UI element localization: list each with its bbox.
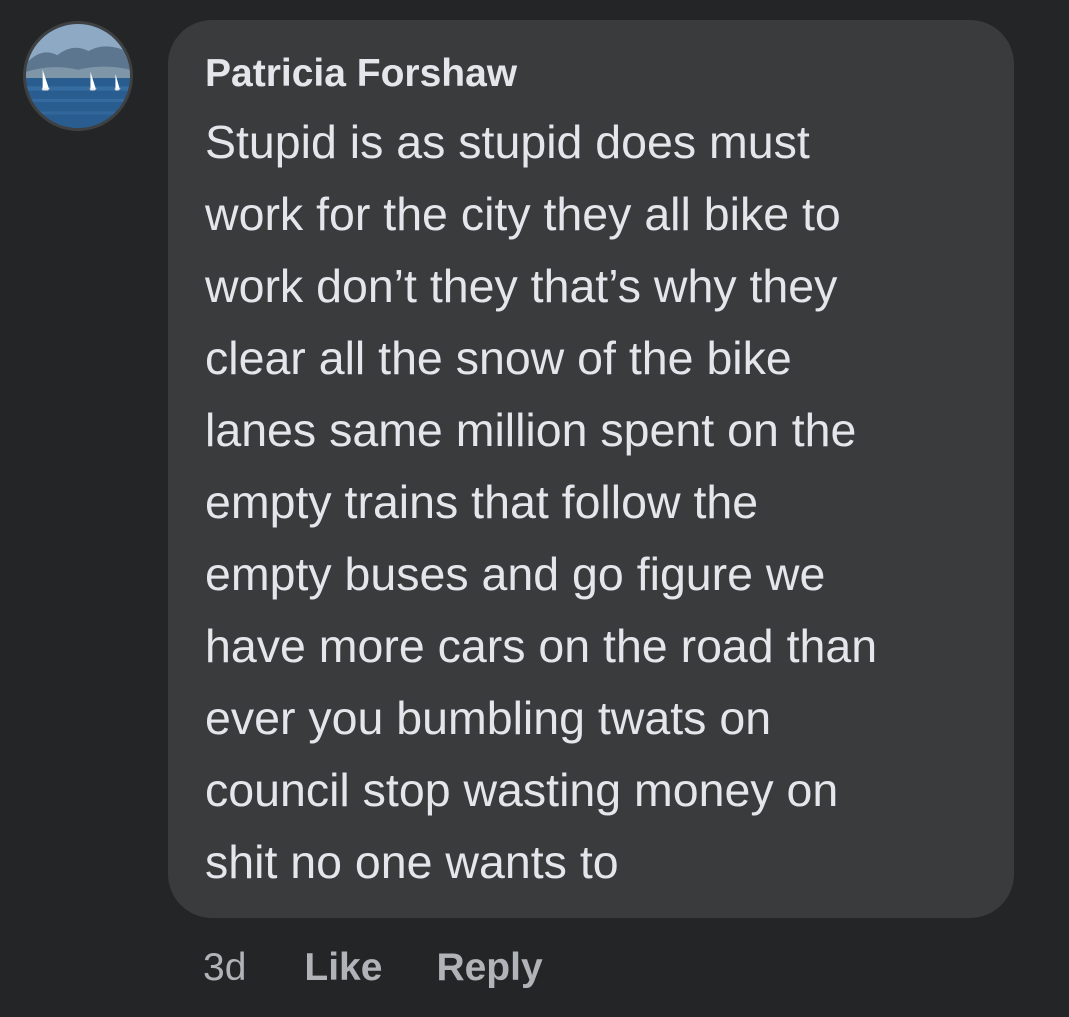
comment-text-line: empty trains that follow the xyxy=(205,476,759,528)
avatar-sailboats-lake-photo xyxy=(26,24,130,128)
comment-text-line: work for the city they all bike to xyxy=(205,188,841,240)
comment-text-line: shit no one wants to xyxy=(205,836,619,888)
reply-button[interactable]: Reply xyxy=(436,946,542,990)
author-name[interactable]: Patricia Forshaw xyxy=(205,46,978,102)
comment-text: Stupid is as stupid does must work for t… xyxy=(205,106,978,898)
like-button[interactable]: Like xyxy=(304,946,382,990)
comment-text-line: lanes same million spent on the xyxy=(205,404,857,456)
comment-text-line: Stupid is as stupid does must xyxy=(205,116,810,168)
comment-text-line: council stop wasting money on xyxy=(205,764,839,816)
comment-text-line: clear all the snow of the bike xyxy=(205,332,792,384)
comment-bubble: Patricia Forshaw Stupid is as stupid doe… xyxy=(168,20,1014,918)
comment-text-line: work don’t they that’s why they xyxy=(205,260,838,312)
author-avatar[interactable] xyxy=(23,21,133,131)
comment-actions: 3d Like Reply xyxy=(203,938,597,998)
comment-text-line: have more cars on the road than xyxy=(205,620,878,672)
comment-text-line: ever you bumbling twats on xyxy=(205,692,772,744)
comment-timestamp[interactable]: 3d xyxy=(203,946,246,990)
comment-text-line: empty buses and go figure we xyxy=(205,548,826,600)
